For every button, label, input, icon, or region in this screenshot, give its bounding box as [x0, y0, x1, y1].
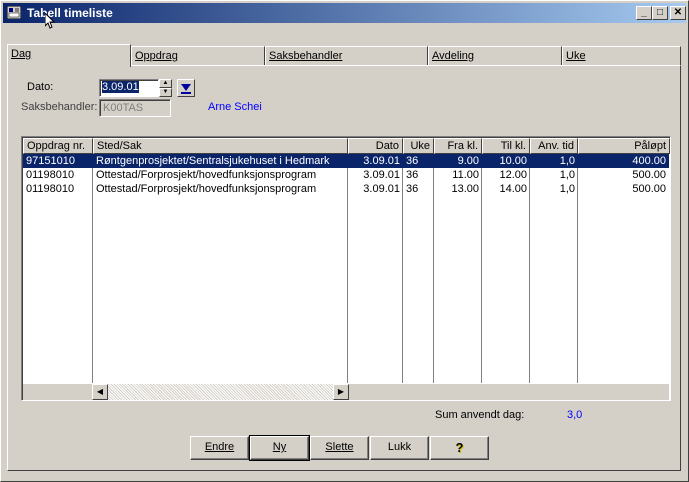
- cell-fra-kl: 11.00: [452, 169, 479, 181]
- cell-oppdrag-nr: 01198010: [26, 169, 75, 181]
- spin-up-icon: ▲: [162, 80, 169, 86]
- dato-spin-down[interactable]: ▼: [159, 88, 172, 97]
- close-icon: ✕: [673, 7, 683, 18]
- cell-anv-tid: 1,0: [559, 183, 575, 195]
- lukk-button[interactable]: Lukk: [370, 436, 429, 460]
- minimize-icon: _: [641, 7, 647, 18]
- dato-input[interactable]: 3.09.01: [99, 79, 159, 97]
- app-window: Tabell timeliste _ □ ✕ Dag Oppdrag Saksb…: [0, 0, 689, 482]
- scroll-left-button[interactable]: ◀: [92, 384, 108, 400]
- cell-uke: 36: [406, 183, 419, 195]
- column-header-anv-tid[interactable]: Anv. tid: [530, 138, 578, 154]
- maximize-icon: □: [656, 7, 664, 18]
- saksbehandler-value: K00TAS: [103, 102, 144, 114]
- endre-label: Endre: [204, 441, 235, 453]
- saksbehandler-name: Arne Schei: [208, 101, 262, 113]
- cell-til-kl: 14.00: [499, 183, 527, 195]
- cell-sted-sak: Røntgenprosjektet/Sentralsjukehuset i He…: [96, 155, 330, 167]
- cell-fra-kl: 13.00: [451, 183, 479, 195]
- cell-palopt: 500.00: [632, 183, 666, 195]
- maximize-button[interactable]: □: [652, 6, 668, 20]
- scrollbar-track[interactable]: [108, 384, 333, 400]
- help-button[interactable]: ?: [430, 436, 489, 460]
- date-dropdown-button[interactable]: [177, 79, 195, 97]
- cell-dato: 3.09.01: [363, 169, 400, 181]
- slette-button[interactable]: Slette: [310, 436, 369, 460]
- table-row[interactable]: 01198010 Ottestad/Forprosjekt/hovedfunks…: [23, 168, 669, 182]
- dato-label: Dato:: [27, 81, 54, 93]
- column-header-palopt[interactable]: Påløpt: [578, 138, 670, 154]
- column-header-sted-sak[interactable]: Sted/Sak: [93, 138, 348, 154]
- column-header-fra-kl[interactable]: Fra kl.: [434, 138, 482, 154]
- app-icon: [7, 6, 21, 19]
- endre-button[interactable]: Endre: [190, 436, 249, 460]
- table-row[interactable]: 01198010 Ottestad/Forprosjekt/hovedfunks…: [23, 182, 669, 196]
- tab-saksbehandler[interactable]: Saksbehandler: [265, 46, 428, 66]
- cell-oppdrag-nr: 01198010: [26, 183, 75, 195]
- arrow-left-icon: ◀: [96, 387, 104, 396]
- cell-til-kl: 10.00: [499, 155, 527, 167]
- timeliste-table[interactable]: Oppdrag nr. Sted/Sak Dato Uke Fra kl. Ti…: [21, 136, 671, 401]
- table-row[interactable]: 97151010 Røntgenprosjektet/Sentralsjukeh…: [23, 154, 669, 168]
- ny-button[interactable]: Ny: [249, 435, 310, 461]
- mouse-cursor-icon: [45, 13, 55, 29]
- title-bar[interactable]: Tabell timeliste _ □ ✕: [3, 3, 686, 23]
- scroll-right-button[interactable]: ▶: [333, 384, 349, 400]
- slette-label: Slette: [325, 441, 354, 453]
- sum-label: Sum anvendt dag:: [435, 409, 525, 421]
- cell-anv-tid: 1,0: [559, 155, 575, 167]
- arrow-right-icon: ▶: [337, 387, 345, 396]
- tab-dag[interactable]: Dag: [7, 44, 131, 67]
- spin-down-icon: ▼: [162, 89, 169, 95]
- minimize-button[interactable]: _: [636, 6, 652, 20]
- dato-spin-up[interactable]: ▲: [159, 79, 172, 88]
- sum-value: 3,0: [567, 409, 583, 421]
- help-icon: ?: [455, 440, 464, 455]
- horizontal-scrollbar[interactable]: ◀ ▶: [92, 384, 349, 400]
- close-button[interactable]: ✕: [670, 6, 686, 20]
- column-header-til-kl[interactable]: Til kl.: [482, 138, 530, 154]
- tab-avdeling[interactable]: Avdeling: [428, 46, 562, 66]
- dato-value: 3.09.01: [102, 81, 139, 93]
- cell-anv-tid: 1,0: [559, 169, 575, 181]
- saksbehandler-label: Saksbehandler:: [21, 101, 98, 113]
- cell-til-kl: 12.00: [499, 169, 527, 181]
- cell-palopt: 400.00: [632, 155, 666, 167]
- tab-strip: Dag Oppdrag Saksbehandler Avdeling Uke: [7, 44, 681, 67]
- tab-uke[interactable]: Uke: [562, 46, 681, 66]
- cell-palopt: 500.00: [632, 169, 666, 181]
- column-header-uke[interactable]: Uke: [403, 138, 434, 154]
- chevron-down-icon: [181, 84, 191, 94]
- cell-dato: 3.09.01: [363, 183, 400, 195]
- cell-fra-kl: 9.00: [457, 155, 479, 167]
- cell-sted-sak: Ottestad/Forprosjekt/hovedfunksjonsprogr…: [96, 169, 317, 181]
- cell-sted-sak: Ottestad/Forprosjekt/hovedfunksjonsprogr…: [96, 183, 317, 195]
- window-title: Tabell timeliste: [27, 6, 113, 20]
- lukk-label: Lukk: [387, 441, 412, 453]
- column-header-dato[interactable]: Dato: [348, 138, 403, 154]
- cell-dato: 3.09.01: [363, 155, 400, 167]
- cell-uke: 36: [406, 155, 419, 167]
- cell-uke: 36: [406, 169, 419, 181]
- cell-oppdrag-nr: 97151010: [26, 155, 75, 167]
- column-header-oppdrag-nr[interactable]: Oppdrag nr.: [23, 138, 93, 154]
- saksbehandler-field: K00TAS: [99, 99, 171, 117]
- tab-oppdrag[interactable]: Oppdrag: [131, 46, 265, 66]
- ny-label: Ny: [272, 441, 287, 453]
